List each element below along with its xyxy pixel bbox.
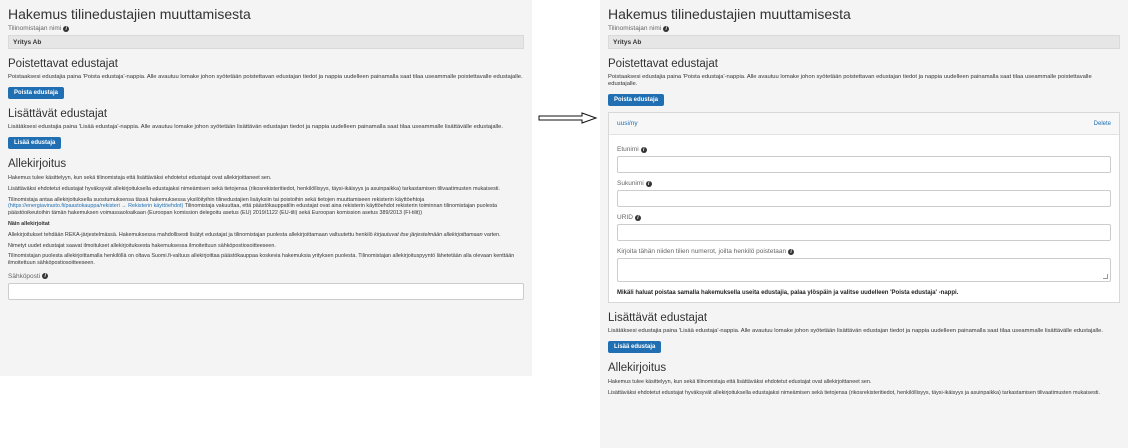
signature-text-1: Hakemus tulee käsittelyyn, kun sekä tili… [8,175,272,181]
firstname-label: Etunimi i [617,146,1111,153]
email-label: Sähköposti i [8,273,524,280]
accounts-label: Kirjoita tähän niiden tilien numerot, jo… [617,248,1111,255]
accounts-textarea[interactable] [617,258,1111,282]
card-header: uusi/ny Delete [609,113,1119,135]
card-title: uusi/ny [617,120,638,127]
lastname-input[interactable] [617,190,1111,207]
page-title: Hakemus tilinedustajien muuttamisesta [8,6,251,22]
info-icon[interactable]: i [663,25,670,32]
signature-heading: Allekirjoitus [8,158,67,170]
terms-link[interactable]: (https://energiavirasto.fi/paastokauppa/… [8,203,183,209]
add-description: Lisätäksesi edustajia paina 'Lisää edust… [608,328,1103,334]
before-screenshot: Hakemus tilinedustajien muuttamisesta Ti… [0,0,532,376]
urid-input[interactable] [617,224,1111,241]
account-owner-label: Tilinomistajan nimi i [608,25,1120,32]
info-icon[interactable]: i [788,248,795,255]
remove-description: Poistaaksesi edustajia paina 'Poista edu… [8,74,523,80]
info-icon[interactable]: i [645,180,652,187]
info-icon[interactable]: i [634,214,641,221]
signature-text-6: Tilinomistajan puolesta allekirjoittamal… [8,253,515,267]
signature-text-4: Allekirjoitukset tehdään REKA-järjestelm… [8,231,501,238]
urid-label: URID i [617,214,1111,221]
add-heading: Lisättävät edustajat [608,312,708,324]
add-representative-button[interactable]: Lisää edustaja [608,341,662,353]
signature-text-2: Lisättäväksi ehdotetut edustajat hyväksy… [608,389,1100,396]
lastname-label: Sukunimi i [617,180,1111,187]
right-arrow-icon [538,112,598,124]
add-representative-button[interactable]: Lisää edustaja [8,137,62,149]
remove-description: Poistaaksesi edustajia paina 'Poista edu… [608,74,1092,87]
signature-heading: Allekirjoitus [608,362,667,374]
card-body: Etunimi i Sukunimi i URID i Kirjoita tähän … [609,135,1119,302]
account-owner-label: Tilinomistajan nimi i [8,25,524,32]
account-owner-field: Yritys Ab [8,35,524,49]
delete-button[interactable]: Delete [1094,121,1111,127]
email-input[interactable] [8,282,524,300]
add-description: Lisätäksesi edustajia paina 'Lisää edust… [8,124,503,130]
remove-representative-button[interactable]: Poista edustaja [608,94,665,106]
card-note: Mikäli haluat poistaa samalla hakemuksel… [617,290,959,296]
info-icon[interactable]: i [640,146,647,153]
page-title: Hakemus tilinedustajien muuttamisesta [608,6,851,22]
signature-subheading: Näin allekirjoitat [8,220,50,227]
firstname-input[interactable] [617,156,1111,173]
info-icon[interactable]: i [42,273,49,280]
remove-heading: Poistettavat edustajat [608,58,718,70]
add-heading: Lisättävät edustajat [8,108,108,120]
remove-heading: Poistettavat edustajat [8,58,118,70]
remove-representative-button[interactable]: Poista edustaja [8,87,65,99]
account-owner-field: Yritys Ab [608,35,1120,49]
after-screenshot: Hakemus tilinedustajien muuttamisesta Ti… [600,0,1128,448]
signature-text-1: Hakemus tulee käsittelyyn, kun sekä tili… [608,379,872,385]
remove-representative-card: uusi/ny Delete Etunimi i Sukunimi i URID i … [608,112,1120,303]
signature-text-2: Lisättäväksi ehdotetut edustajat hyväksy… [8,185,500,192]
info-icon[interactable]: i [63,25,70,32]
signature-text-3: Tilinomistaja antaa allekirjoituksella s… [8,196,498,217]
signature-text-5: Nimetyt uudet edustajat saavat ilmoituks… [8,242,276,249]
